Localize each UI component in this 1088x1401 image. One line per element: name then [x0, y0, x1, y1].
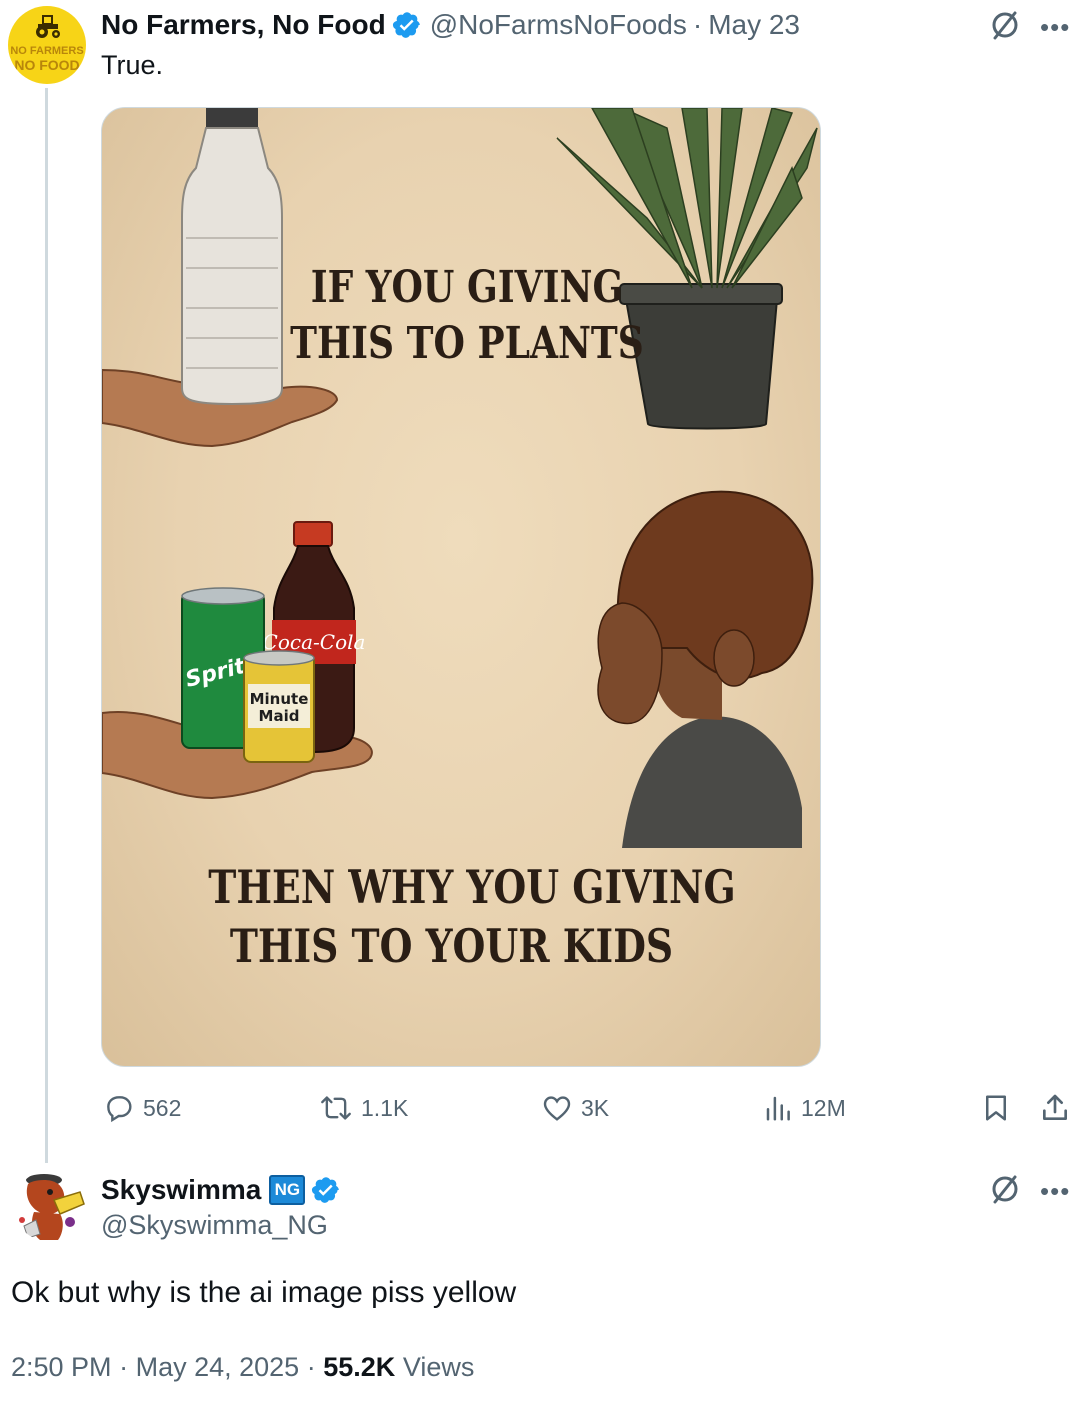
reply-avatar[interactable] — [14, 1170, 86, 1242]
views-button[interactable]: 12M — [763, 1090, 846, 1126]
repost-count: 1.1K — [361, 1094, 409, 1121]
views-count: 12M — [801, 1094, 846, 1121]
header-separator: · — [692, 9, 703, 40]
reply-button[interactable]: 562 — [103, 1090, 181, 1126]
reply-views-label: Views — [402, 1352, 475, 1382]
parent-handle[interactable]: @NoFarmsNoFoods — [430, 9, 687, 41]
parent-date[interactable]: May 23 — [708, 9, 800, 41]
bookmark-icon — [986, 1095, 1006, 1121]
verified-badge-icon[interactable] — [311, 1175, 341, 1205]
poster-top-caption: IF YOU GIVING THIS TO PLANTS — [283, 260, 652, 373]
ng-badge: NG — [269, 1175, 306, 1205]
more-icon[interactable]: ••• — [1040, 12, 1070, 43]
cola-cap — [293, 521, 333, 547]
like-count: 3K — [581, 1094, 610, 1121]
verified-badge-icon[interactable] — [392, 10, 422, 40]
meta-separator: · — [119, 1352, 129, 1382]
avatar-text-bottom: NO FOOD — [14, 57, 80, 73]
thread-connector-line — [45, 88, 48, 1163]
share-icon — [1043, 1094, 1067, 1120]
water-bottle — [181, 127, 283, 406]
repost-button[interactable]: 1.1K — [319, 1090, 408, 1126]
yellow-can-label-2: Maid — [259, 707, 300, 725]
reply-date[interactable]: May 24, 2025 — [136, 1352, 300, 1382]
like-button[interactable]: 3K — [541, 1090, 609, 1126]
grok-icon[interactable] — [988, 1172, 1022, 1206]
reply-tweet-text: Ok but why is the ai image piss yellow — [11, 1276, 517, 1309]
reply-count: 562 — [143, 1094, 182, 1121]
repost-icon — [321, 1096, 351, 1120]
reply-display-name[interactable]: Skyswimma — [101, 1174, 261, 1206]
parent-tweet-text: True. — [101, 50, 164, 80]
grok-icon[interactable] — [988, 8, 1022, 42]
tweet-media-image[interactable]: Coca-Cola Sprite Minute Maid IF YOU GIVI… — [101, 107, 821, 1067]
parent-action-bar: 562 1.1K 3K 12M — [101, 1090, 1081, 1126]
poster-bottom-caption-line2: THIS TO YOUR KIDS — [229, 918, 674, 973]
poster-bottom-caption-line1: THEN WHY YOU GIVING — [208, 860, 736, 914]
reply-icon — [107, 1096, 132, 1123]
cartoon-avatar-image — [14, 1170, 86, 1242]
poster-top-caption-line1: IF YOU GIVING — [310, 262, 624, 313]
views-icon — [766, 1096, 790, 1121]
poster-top-caption-line2: THIS TO PLANTS — [290, 318, 644, 370]
meta-separator: · — [306, 1352, 316, 1382]
bookmark-button[interactable] — [981, 1090, 1011, 1126]
reply-time[interactable]: 2:50 PM — [11, 1352, 112, 1382]
parent-display-name[interactable]: No Farmers, No Food — [101, 9, 386, 41]
yellow-can-label-1: Minute — [250, 690, 309, 708]
parent-header: No Farmers, No Food @NoFarmsNoFoods · Ma… — [101, 8, 800, 42]
share-button[interactable] — [1039, 1090, 1071, 1126]
tractor-icon — [36, 15, 60, 38]
reply-meta: 2:50 PM · May 24, 2025 · 55.2K Views — [11, 1352, 474, 1383]
avatar-text-top: NO FARMERS — [10, 45, 84, 57]
more-icon[interactable]: ••• — [1040, 1176, 1070, 1207]
poster-bottom-caption: THEN WHY YOU GIVING THIS TO YOUR KIDS — [201, 858, 742, 976]
water-bottle-cap — [206, 108, 258, 128]
reply-views-count[interactable]: 55.2K — [323, 1352, 395, 1382]
reply-handle[interactable]: @Skyswimma_NG — [101, 1210, 328, 1241]
parent-avatar[interactable]: NO FARMERS NO FOOD — [8, 6, 86, 84]
reply-header: Skyswimma NG — [101, 1172, 349, 1208]
like-icon — [543, 1096, 571, 1121]
child-figure — [597, 490, 814, 848]
